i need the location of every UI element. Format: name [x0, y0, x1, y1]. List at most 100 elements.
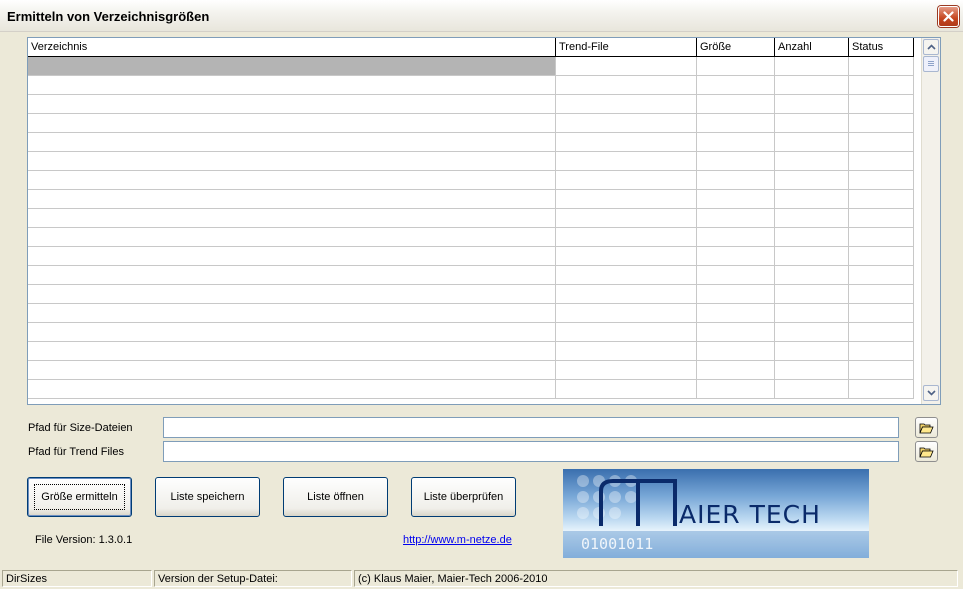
table-cell[interactable] [556, 209, 697, 227]
table-row[interactable] [28, 76, 914, 95]
table-cell[interactable] [697, 342, 775, 360]
table-cell[interactable] [556, 114, 697, 132]
table-row[interactable] [28, 228, 914, 247]
table-cell[interactable] [28, 57, 556, 75]
check-list-button[interactable]: Liste überprüfen [411, 477, 516, 517]
table-cell[interactable] [556, 95, 697, 113]
table-row[interactable] [28, 342, 914, 361]
table-cell[interactable] [697, 323, 775, 341]
vertical-scrollbar[interactable] [921, 38, 940, 404]
table-row[interactable] [28, 171, 914, 190]
table-cell[interactable] [28, 209, 556, 227]
table-row[interactable] [28, 152, 914, 171]
table-cell[interactable] [556, 304, 697, 322]
table-cell[interactable] [556, 152, 697, 170]
table-cell[interactable] [697, 361, 775, 379]
table-cell[interactable] [556, 361, 697, 379]
trend-path-input[interactable] [163, 441, 899, 462]
table-cell[interactable] [775, 95, 849, 113]
table-cell[interactable] [775, 171, 849, 189]
table-row[interactable] [28, 114, 914, 133]
close-button[interactable] [938, 6, 959, 27]
table-row[interactable] [28, 361, 914, 380]
table-row[interactable] [28, 247, 914, 266]
table-cell[interactable] [28, 380, 556, 398]
table-cell[interactable] [697, 114, 775, 132]
table-cell[interactable] [775, 285, 849, 303]
table-cell[interactable] [28, 285, 556, 303]
table-cell[interactable] [28, 152, 556, 170]
table-cell[interactable] [697, 95, 775, 113]
table-cell[interactable] [849, 266, 914, 284]
table-row[interactable] [28, 57, 914, 76]
save-list-button[interactable]: Liste speichern [155, 477, 260, 517]
column-header-status[interactable]: Status [849, 38, 914, 56]
table-cell[interactable] [28, 190, 556, 208]
table-cell[interactable] [556, 285, 697, 303]
table-cell[interactable] [697, 285, 775, 303]
table-cell[interactable] [849, 228, 914, 246]
table-cell[interactable] [849, 133, 914, 151]
table-cell[interactable] [556, 342, 697, 360]
table-cell[interactable] [28, 266, 556, 284]
table-cell[interactable] [849, 247, 914, 265]
table-cell[interactable] [697, 209, 775, 227]
table-cell[interactable] [775, 57, 849, 75]
table-cell[interactable] [849, 114, 914, 132]
table-cell[interactable] [28, 95, 556, 113]
table-cell[interactable] [849, 342, 914, 360]
size-path-input[interactable] [163, 417, 899, 438]
scroll-down-button[interactable] [923, 385, 939, 401]
table-cell[interactable] [28, 342, 556, 360]
table-cell[interactable] [775, 114, 849, 132]
table-cell[interactable] [775, 361, 849, 379]
table-cell[interactable] [28, 361, 556, 379]
table-cell[interactable] [849, 152, 914, 170]
table-cell[interactable] [697, 76, 775, 94]
column-header-verzeichnis[interactable]: Verzeichnis [28, 38, 556, 56]
table-cell[interactable] [556, 228, 697, 246]
table-cell[interactable] [849, 380, 914, 398]
table-cell[interactable] [28, 228, 556, 246]
table-cell[interactable] [849, 285, 914, 303]
column-header-trend-file[interactable]: Trend-File [556, 38, 697, 56]
table-cell[interactable] [775, 304, 849, 322]
table-cell[interactable] [775, 266, 849, 284]
table-row[interactable] [28, 304, 914, 323]
table-row[interactable] [28, 95, 914, 114]
table-cell[interactable] [697, 190, 775, 208]
table-cell[interactable] [775, 342, 849, 360]
table-cell[interactable] [849, 361, 914, 379]
trend-path-browse-button[interactable] [915, 441, 938, 462]
table-cell[interactable] [849, 190, 914, 208]
table-row[interactable] [28, 209, 914, 228]
table-cell[interactable] [849, 209, 914, 227]
table-row[interactable] [28, 133, 914, 152]
table-cell[interactable] [556, 171, 697, 189]
table-row[interactable] [28, 266, 914, 285]
table-cell[interactable] [556, 323, 697, 341]
table-row[interactable] [28, 285, 914, 304]
size-path-browse-button[interactable] [915, 417, 938, 438]
scroll-up-button[interactable] [923, 39, 939, 55]
table-cell[interactable] [775, 228, 849, 246]
table-cell[interactable] [775, 190, 849, 208]
table-cell[interactable] [697, 380, 775, 398]
table-cell[interactable] [556, 247, 697, 265]
table-cell[interactable] [556, 266, 697, 284]
column-header-anzahl[interactable]: Anzahl [775, 38, 849, 56]
table-cell[interactable] [849, 95, 914, 113]
table-cell[interactable] [28, 323, 556, 341]
table-cell[interactable] [697, 266, 775, 284]
calculate-size-button[interactable]: Größe ermitteln [27, 477, 132, 517]
column-header-groesse[interactable]: Größe [697, 38, 775, 56]
table-cell[interactable] [849, 304, 914, 322]
table-cell[interactable] [28, 114, 556, 132]
table-cell[interactable] [775, 152, 849, 170]
table-cell[interactable] [775, 133, 849, 151]
table-cell[interactable] [28, 304, 556, 322]
website-link[interactable]: http://www.m-netze.de [403, 534, 512, 546]
table-row[interactable] [28, 190, 914, 209]
scroll-thumb[interactable] [923, 56, 939, 72]
table-cell[interactable] [556, 380, 697, 398]
